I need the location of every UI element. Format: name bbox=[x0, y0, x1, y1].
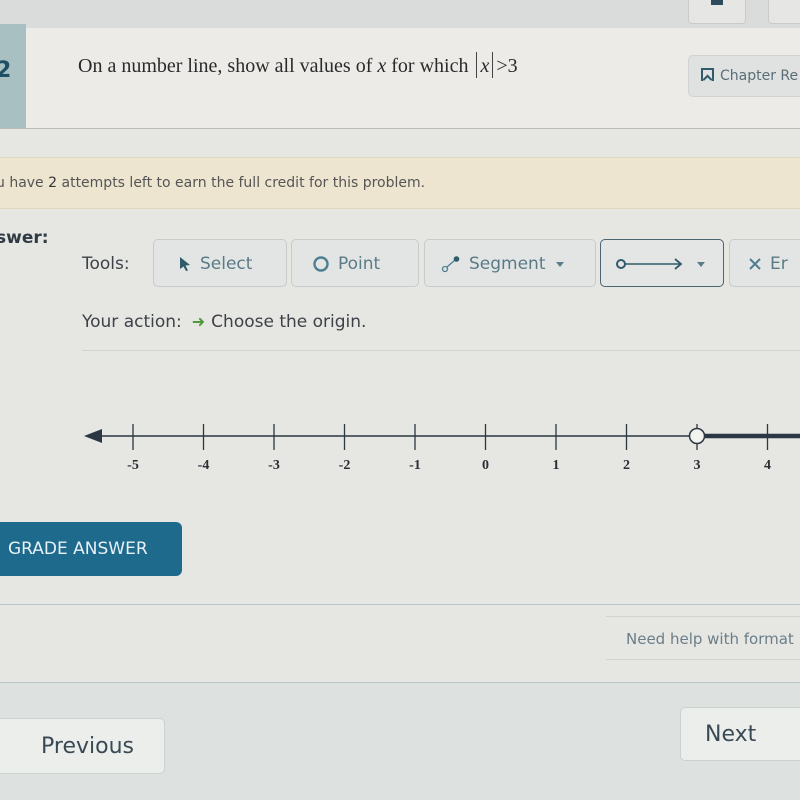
chevron-down-icon bbox=[697, 261, 705, 267]
top-toolbar-button[interactable] bbox=[688, 0, 746, 24]
abs-bar-right bbox=[492, 52, 494, 78]
chapter-reference-button[interactable]: Chapter Re bbox=[688, 55, 800, 97]
open-endpoint bbox=[688, 427, 706, 445]
segment-tool-label: Segment bbox=[469, 254, 546, 274]
tick-label: -5 bbox=[127, 458, 139, 473]
previous-button[interactable]: Previous bbox=[0, 718, 165, 774]
tick-label: -3 bbox=[268, 458, 280, 473]
point-tool-button[interactable]: Point bbox=[291, 239, 419, 287]
arrow-right-icon: ➜ bbox=[191, 312, 206, 331]
point-tool-label: Point bbox=[338, 254, 381, 274]
segment-icon bbox=[441, 256, 460, 273]
chapter-button-label: Chapter Re bbox=[720, 68, 799, 84]
tick-label: 3 bbox=[694, 458, 701, 473]
tools-label: Tools: bbox=[82, 254, 130, 274]
action-label: Your action: bbox=[82, 312, 182, 332]
tick-label: -4 bbox=[198, 458, 210, 473]
erase-tool-label: Er bbox=[770, 254, 788, 274]
attempts-text: u have 2 attempts left to earn the full … bbox=[0, 175, 425, 191]
tick-label: -2 bbox=[339, 458, 351, 473]
tick-label: 1 bbox=[553, 458, 560, 473]
bookmark-icon bbox=[701, 68, 714, 81]
divider bbox=[0, 604, 800, 605]
select-tool-button[interactable]: Select bbox=[153, 239, 287, 287]
question-panel bbox=[0, 28, 800, 129]
question-suffix: >3 bbox=[496, 55, 518, 77]
question-prefix: On a number line, show all values of bbox=[78, 55, 378, 77]
select-tool-label: Select bbox=[200, 254, 253, 274]
attempts-count: 2 bbox=[48, 175, 58, 191]
action-text: Choose the origin. bbox=[211, 312, 367, 332]
top-strip bbox=[0, 0, 800, 28]
abs-bar-left bbox=[476, 52, 478, 78]
question-number-tab[interactable]: 2 bbox=[0, 24, 26, 128]
erase-tool-button[interactable]: Er bbox=[729, 239, 800, 287]
attempts-after: attempts left to earn the full credit fo… bbox=[57, 175, 426, 191]
tick-label: 4 bbox=[764, 458, 771, 473]
toolbar-glyph-icon bbox=[711, 0, 723, 5]
circle-icon bbox=[313, 256, 329, 272]
x-icon bbox=[749, 258, 761, 270]
number-line[interactable]: -5 -4 -3 -2 -1 0 1 2 3 4 bbox=[0, 400, 800, 490]
attempts-banner: u have 2 attempts left to earn the full … bbox=[0, 157, 800, 209]
question-middle: for which bbox=[386, 55, 474, 77]
tick-label: 0 bbox=[482, 458, 489, 473]
ray-tool-button[interactable] bbox=[600, 239, 724, 287]
divider bbox=[82, 350, 800, 351]
action-row: Your action: ➜ Choose the origin. bbox=[82, 312, 366, 332]
tick-label: 2 bbox=[623, 458, 630, 473]
left-arrow-icon bbox=[84, 429, 102, 443]
question-text: On a number line, show all values of x f… bbox=[78, 52, 518, 78]
answer-label: swer: bbox=[0, 228, 49, 248]
tick-label: -1 bbox=[409, 458, 421, 473]
segment-tool-button[interactable]: Segment bbox=[424, 239, 596, 287]
cursor-arrow-icon bbox=[180, 257, 190, 271]
question-abs-variable: x bbox=[480, 55, 490, 77]
chevron-down-icon bbox=[555, 261, 564, 267]
next-button[interactable]: Next bbox=[680, 707, 800, 761]
question-variable: x bbox=[377, 55, 387, 77]
open-ray-icon bbox=[616, 258, 683, 270]
question-number: 2 bbox=[0, 58, 12, 83]
top-toolbar-button-2[interactable] bbox=[768, 0, 800, 24]
format-help-link[interactable]: Need help with format bbox=[606, 616, 800, 660]
grade-answer-button[interactable]: GRADE ANSWER bbox=[0, 522, 182, 576]
attempts-before: u have bbox=[0, 175, 49, 191]
